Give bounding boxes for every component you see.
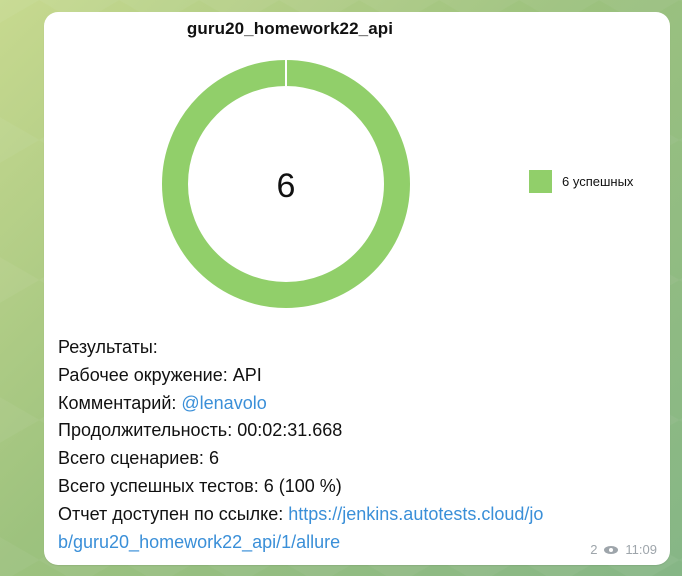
- report-link-continuation: b/guru20_homework22_api/1/allure: [58, 529, 658, 557]
- scenarios-line: Всего сценариев: 6: [58, 445, 658, 473]
- comment-mention-link[interactable]: @lenavolo: [181, 393, 266, 413]
- message-bubble: guru20_homework22_api 6 6 успешных Резул…: [44, 12, 670, 565]
- report-link-part2[interactable]: b/guru20_homework22_api/1/allure: [58, 532, 340, 552]
- results-line: Результаты:: [58, 334, 658, 362]
- passed-tests-label: Всего успешных тестов:: [58, 475, 259, 496]
- message-meta: 2 11:09: [590, 542, 657, 557]
- passed-tests-line: Всего успешных тестов: 6 (100 %): [58, 473, 658, 501]
- duration-label: Продолжительность:: [58, 420, 233, 441]
- duration-line: Продолжительность: 00:02:31.668: [58, 417, 658, 445]
- views-count: 2: [590, 542, 598, 557]
- environment-value: API: [232, 364, 262, 385]
- message-text: Результаты: Рабочее окружение: API Комме…: [58, 334, 658, 556]
- duration-value: 00:02:31.668: [237, 420, 343, 441]
- report-label: Отчет доступен по ссылке:: [58, 503, 284, 524]
- report-line: Отчет доступен по ссылке: https://jenkin…: [58, 501, 658, 529]
- legend-label-successful: 6 успешных: [562, 174, 634, 189]
- environment-label: Рабочее окружение:: [58, 364, 228, 385]
- chart-legend: 6 успешных: [529, 170, 633, 193]
- legend-swatch-successful: [529, 170, 552, 193]
- donut-center-value: 6: [277, 167, 296, 205]
- results-label: Результаты:: [58, 337, 158, 357]
- comment-line: Комментарий: @lenavolo: [58, 390, 658, 418]
- chart-image: guru20_homework22_api 6 6 успешных: [44, 12, 670, 330]
- report-link-part1[interactable]: https://jenkins.autotests.cloud/jo: [288, 504, 543, 524]
- eye-icon: [603, 544, 619, 556]
- comment-label: Комментарий:: [58, 392, 177, 413]
- message-time: 11:09: [625, 542, 657, 557]
- scenarios-value: 6: [208, 448, 219, 469]
- passed-tests-value: 6 (100 %): [263, 475, 342, 496]
- environment-line: Рабочее окружение: API: [58, 362, 658, 390]
- scenarios-label: Всего сценариев:: [58, 448, 204, 469]
